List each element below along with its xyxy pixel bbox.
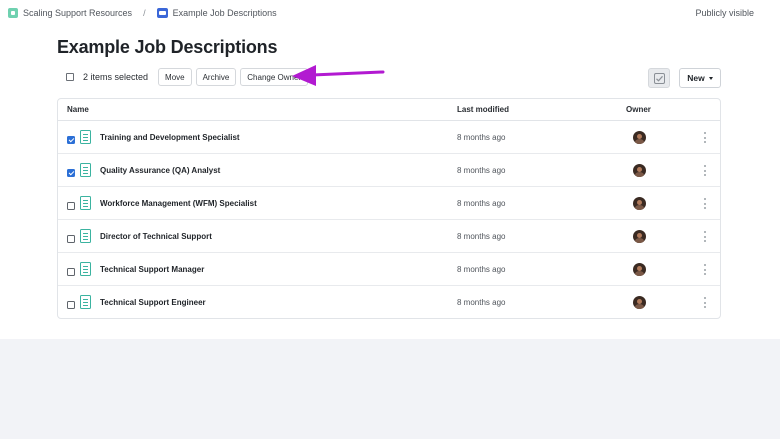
row-checkbox[interactable] bbox=[67, 136, 75, 144]
document-icon bbox=[80, 262, 91, 276]
check-square-icon bbox=[653, 72, 665, 84]
last-modified: 8 months ago bbox=[457, 232, 506, 241]
document-name[interactable]: Workforce Management (WFM) Specialist bbox=[100, 199, 257, 208]
column-header-name[interactable]: Name bbox=[67, 105, 89, 114]
more-vertical-icon[interactable] bbox=[703, 264, 707, 275]
table-header: Name Last modified Owner bbox=[58, 99, 720, 121]
last-modified: 8 months ago bbox=[457, 199, 506, 208]
table-row[interactable]: Training and Development Specialist 8 mo… bbox=[58, 121, 720, 154]
document-name[interactable]: Training and Development Specialist bbox=[100, 133, 240, 142]
document-icon bbox=[80, 130, 91, 144]
new-button[interactable]: New bbox=[679, 68, 721, 88]
table-row[interactable]: Director of Technical Support 8 months a… bbox=[58, 220, 720, 253]
table-row[interactable]: Quality Assurance (QA) Analyst 8 months … bbox=[58, 154, 720, 187]
documents-table: Name Last modified Owner Training and De… bbox=[57, 98, 721, 319]
more-vertical-icon[interactable] bbox=[703, 297, 707, 308]
document-icon bbox=[80, 163, 91, 177]
row-checkbox[interactable] bbox=[67, 235, 75, 243]
table-row[interactable]: Technical Support Manager 8 months ago bbox=[58, 253, 720, 286]
row-checkbox[interactable] bbox=[67, 169, 75, 177]
document-icon bbox=[80, 295, 91, 309]
document-icon bbox=[80, 229, 91, 243]
last-modified: 8 months ago bbox=[457, 265, 506, 274]
row-checkbox[interactable] bbox=[67, 268, 75, 276]
chevron-down-icon bbox=[708, 76, 713, 80]
avatar-icon[interactable] bbox=[633, 164, 646, 177]
avatar-icon[interactable] bbox=[633, 263, 646, 276]
document-name[interactable]: Quality Assurance (QA) Analyst bbox=[100, 166, 220, 175]
page-footer-background bbox=[0, 339, 780, 439]
more-vertical-icon[interactable] bbox=[703, 198, 707, 209]
avatar-icon[interactable] bbox=[633, 197, 646, 210]
avatar-icon[interactable] bbox=[633, 230, 646, 243]
row-checkbox[interactable] bbox=[67, 202, 75, 210]
more-vertical-icon[interactable] bbox=[703, 165, 707, 176]
last-modified: 8 months ago bbox=[457, 298, 506, 307]
more-vertical-icon[interactable] bbox=[703, 231, 707, 242]
avatar-icon[interactable] bbox=[633, 131, 646, 144]
column-header-owner[interactable]: Owner bbox=[626, 105, 651, 114]
row-checkbox[interactable] bbox=[67, 301, 75, 309]
more-vertical-icon[interactable] bbox=[703, 132, 707, 143]
document-icon bbox=[80, 196, 91, 210]
last-modified: 8 months ago bbox=[457, 133, 506, 142]
document-name[interactable]: Director of Technical Support bbox=[100, 232, 212, 241]
table-row[interactable]: Workforce Management (WFM) Specialist 8 … bbox=[58, 187, 720, 220]
avatar-icon[interactable] bbox=[633, 296, 646, 309]
new-button-label: New bbox=[687, 73, 705, 83]
document-name[interactable]: Technical Support Manager bbox=[100, 265, 204, 274]
table-row[interactable]: Technical Support Engineer 8 months ago bbox=[58, 286, 720, 319]
toggle-selection-mode-button[interactable] bbox=[648, 68, 670, 88]
document-name[interactable]: Technical Support Engineer bbox=[100, 298, 206, 307]
last-modified: 8 months ago bbox=[457, 166, 506, 175]
column-header-last-modified[interactable]: Last modified bbox=[457, 105, 509, 114]
